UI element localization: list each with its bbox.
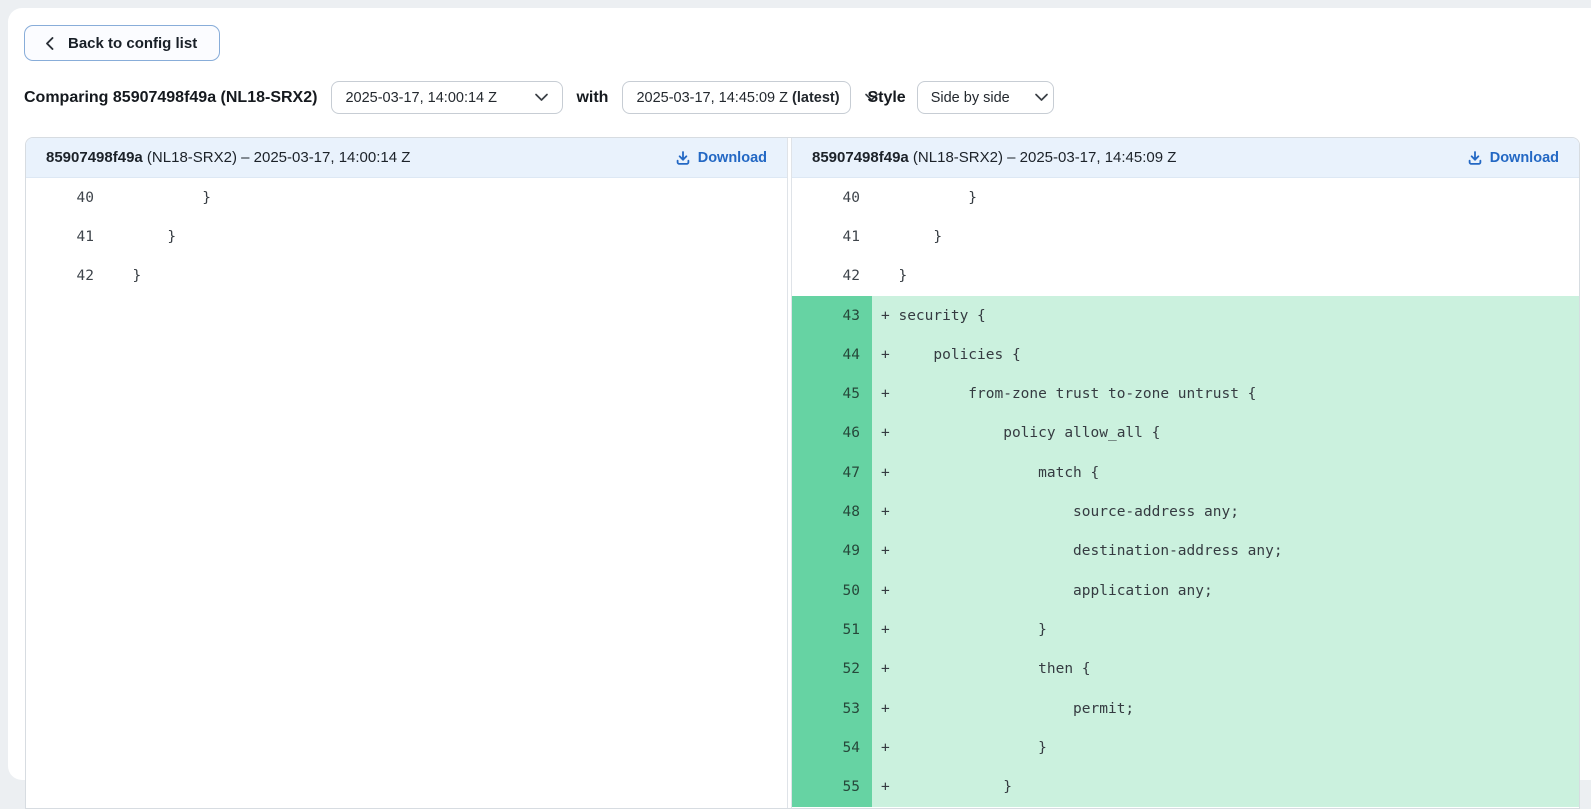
back-to-config-list-button[interactable]: Back to config list [24,25,220,61]
diff-container: 85907498f49a (NL18-SRX2) – 2025-03-17, 1… [25,137,1580,809]
line-content: } [106,178,787,217]
chevron-left-icon [44,36,55,51]
download-label: Download [1490,150,1559,166]
line-number: 45 [792,374,872,413]
code-line: 50+ application any; [792,571,1579,610]
code-line: 49+ destination-address any; [792,532,1579,571]
line-number: 54 [792,728,872,767]
code-line: 41 } [26,217,787,256]
from-version-value: 2025-03-17, 14:00:14 Z [345,90,497,106]
line-number: 53 [792,689,872,728]
line-content: + } [872,728,1579,767]
code-line: 48+ source-address any; [792,492,1579,531]
to-version-value: 2025-03-17, 14:45:09 Z [636,90,788,106]
pane-header-right: 85907498f49a (NL18-SRX2) – 2025-03-17, 1… [792,138,1579,178]
line-number: 51 [792,610,872,649]
line-number: 40 [792,178,872,217]
line-content: + security { [872,296,1579,335]
line-number: 44 [792,335,872,374]
line-number: 47 [792,453,872,492]
diff-pane-right: 85907498f49a (NL18-SRX2) – 2025-03-17, 1… [792,138,1579,808]
line-number: 48 [792,492,872,531]
code-line: 44+ policies { [792,335,1579,374]
download-icon [1467,150,1483,166]
line-content: + destination-address any; [872,532,1579,571]
style-select[interactable]: Side by side [917,81,1054,114]
line-content: } [106,217,787,256]
line-number: 50 [792,571,872,610]
to-version-select[interactable]: 2025-03-17, 14:45:09 Z (latest) [622,81,851,114]
style-value: Side by side [931,90,1010,106]
line-content: + permit; [872,689,1579,728]
code-line: 46+ policy allow_all { [792,414,1579,453]
chevron-down-icon [1010,74,1049,122]
code-pane-left[interactable]: 40 }41 }42 } [26,178,787,808]
line-content: + then { [872,650,1579,689]
latest-badge: (latest) [792,90,840,106]
line-content: } [872,178,1579,217]
line-number: 40 [26,178,106,217]
line-number: 41 [26,217,106,256]
chevron-down-icon [510,74,549,122]
line-number: 41 [792,217,872,256]
line-content: + } [872,610,1579,649]
line-content: } [872,217,1579,256]
line-number: 49 [792,532,872,571]
config-title-rest: (NL18-SRX2) – 2025-03-17, 14:00:14 Z [143,149,411,166]
code-line: 40 } [26,178,787,217]
config-id: 85907498f49a [46,149,143,166]
download-icon [675,150,691,166]
line-number: 46 [792,414,872,453]
config-title-rest: (NL18-SRX2) – 2025-03-17, 14:45:09 Z [909,149,1177,166]
comparing-label: Comparing 85907498f49a (NL18-SRX2) [24,89,317,107]
line-number: 52 [792,650,872,689]
style-label: Style [867,89,905,107]
code-line: 42 } [26,257,787,296]
code-line: 54+ } [792,728,1579,767]
line-content: + match { [872,453,1579,492]
line-content: + } [872,767,1579,806]
code-line: 45+ from-zone trust to-zone untrust { [792,374,1579,413]
download-link-right[interactable]: Download [1467,150,1559,166]
line-content: } [872,257,1579,296]
line-content: + source-address any; [872,492,1579,531]
line-content: + policy allow_all { [872,414,1579,453]
line-content: } [106,257,787,296]
code-line: 53+ permit; [792,689,1579,728]
line-number: 42 [26,257,106,296]
line-content: + policies { [872,335,1579,374]
code-line: 42 } [792,257,1579,296]
download-label: Download [698,150,767,166]
compare-controls: Comparing 85907498f49a (NL18-SRX2) 2025-… [24,81,1054,114]
code-line: 40 } [792,178,1579,217]
code-line: 43+ security { [792,296,1579,335]
pane-header-left: 85907498f49a (NL18-SRX2) – 2025-03-17, 1… [26,138,787,178]
download-link-left[interactable]: Download [675,150,767,166]
line-content: + from-zone trust to-zone untrust { [872,374,1579,413]
back-button-label: Back to config list [68,35,197,52]
code-line: 52+ then { [792,650,1579,689]
from-version-select[interactable]: 2025-03-17, 14:00:14 Z [331,81,563,114]
code-line: 51+ } [792,610,1579,649]
code-line: 55+ } [792,767,1579,806]
config-id: 85907498f49a [812,149,909,166]
code-line: 41 } [792,217,1579,256]
code-line: 47+ match { [792,453,1579,492]
diff-pane-left: 85907498f49a (NL18-SRX2) – 2025-03-17, 1… [26,138,787,808]
line-number: 43 [792,296,872,335]
line-content: + application any; [872,571,1579,610]
line-number: 55 [792,767,872,806]
code-pane-right[interactable]: 40 }41 }42 }43+ security {44+ policies {… [792,178,1579,808]
with-label: with [576,89,608,107]
line-number: 42 [792,257,872,296]
